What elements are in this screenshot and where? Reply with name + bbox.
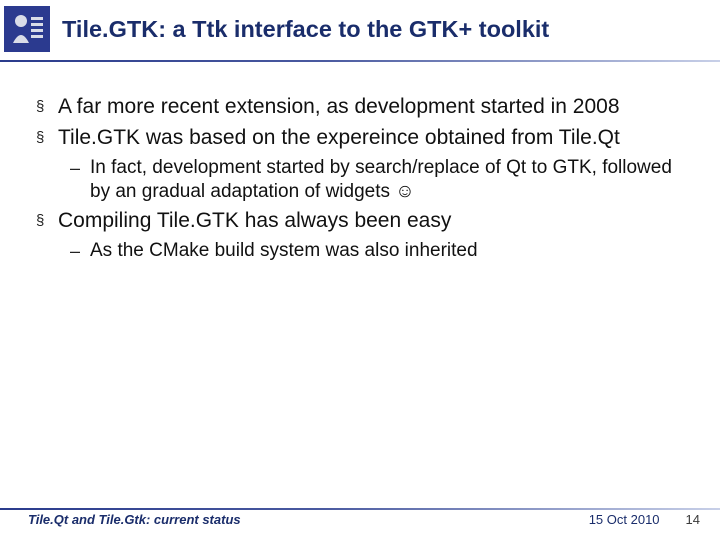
page-number: 14 <box>686 512 700 527</box>
bullet-mark-icon: § <box>36 208 58 235</box>
footer-title: Tile.Qt and Tile.Gtk: current status <box>28 512 241 527</box>
bullet-text: As the CMake build system was also inher… <box>90 239 478 263</box>
slide-title: Tile.GTK: a Ttk interface to the GTK+ to… <box>62 16 549 43</box>
slide-footer: Tile.Qt and Tile.Gtk: current status 15 … <box>0 506 720 540</box>
bullet-text: Compiling Tile.GTK has always been easy <box>58 208 451 235</box>
footer-right: 15 Oct 2010 14 <box>589 512 700 527</box>
slide-header: Tile.GTK: a Ttk interface to the GTK+ to… <box>0 0 720 52</box>
bullet-level2: – As the CMake build system was also inh… <box>70 239 692 263</box>
dash-mark-icon: – <box>70 239 90 263</box>
slide-body: § A far more recent extension, as develo… <box>0 62 720 264</box>
bullet-level2: – In fact, development started by search… <box>70 156 692 205</box>
slide: Tile.GTK: a Ttk interface to the GTK+ to… <box>0 0 720 540</box>
bullet-level1: § A far more recent extension, as develo… <box>36 94 692 121</box>
dash-mark-icon: – <box>70 156 90 205</box>
bullet-text: Tile.GTK was based on the expereince obt… <box>58 125 620 152</box>
bullet-text: A far more recent extension, as developm… <box>58 94 620 121</box>
bullet-level1: § Tile.GTK was based on the expereince o… <box>36 125 692 152</box>
logo-icon <box>4 6 50 52</box>
bullet-level1: § Compiling Tile.GTK has always been eas… <box>36 208 692 235</box>
bullet-text: In fact, development started by search/r… <box>90 156 692 205</box>
bullet-mark-icon: § <box>36 125 58 152</box>
footer-date: 15 Oct 2010 <box>589 512 660 527</box>
bullet-mark-icon: § <box>36 94 58 121</box>
